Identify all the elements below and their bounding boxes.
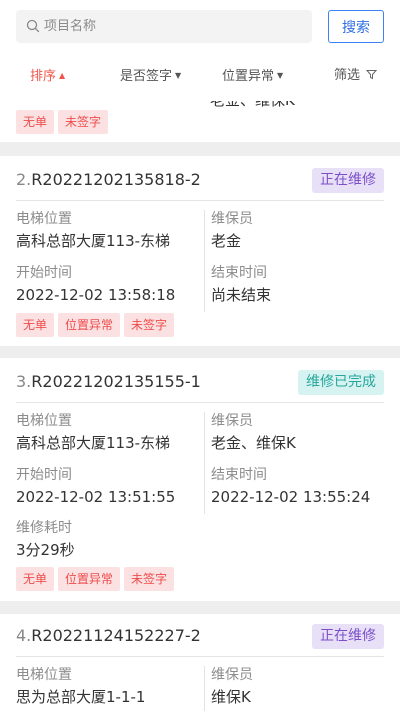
maintainer-value: 老金: [211, 232, 242, 250]
status-badge: 维修已完成: [298, 370, 384, 395]
tag: 未签字: [124, 567, 175, 591]
card-header: 3.R20221202135155-1 维修已完成: [16, 370, 384, 398]
caret-down-icon: ▼: [277, 71, 284, 80]
record-card[interactable]: 3.R20221202135155-1 维修已完成 电梯位置 高科总部大厦113…: [0, 358, 400, 601]
tag: 无单: [16, 567, 55, 591]
more-filter[interactable]: 筛选: [334, 60, 378, 92]
tag: 未签字: [124, 313, 175, 337]
field-label: 结束时间: [211, 265, 267, 281]
field-label: 电梯位置: [16, 667, 72, 683]
status-badge: 正在维修: [312, 624, 384, 649]
field-label: 维保员: [211, 413, 253, 429]
maintainer-field: 维保员 维保K: [211, 666, 253, 708]
order-index: 2.: [16, 170, 32, 189]
top-bar: 搜索 排序▲ 是否签字▼ 位置异常▼ 筛选: [0, 0, 400, 101]
order-index: 4.: [16, 626, 32, 645]
field-label: 电梯位置: [16, 211, 72, 227]
elevator-location-value: 思为总部大厦1-1-1: [16, 688, 146, 706]
record-card[interactable]: 2.R20221202135818-2 正在维修 电梯位置 高科总部大厦113-…: [0, 156, 400, 346]
end-time-value: 2022-12-02 13:55:24: [211, 488, 371, 506]
record-card[interactable]: 4.R20221124152227-2 正在维修 电梯位置 思为总部大厦1-1-…: [0, 614, 400, 711]
divider: [16, 656, 384, 657]
duration-value: 3分29秒: [16, 541, 75, 559]
duration-field: 维修耗时 3分29秒: [16, 519, 75, 561]
record-card[interactable]: 老金、维保K 无单未签字: [0, 101, 400, 142]
search-box[interactable]: [16, 10, 312, 43]
tag-list: 无单 位置异常 未签字: [16, 567, 178, 591]
caret-down-icon: ▼: [175, 71, 182, 80]
order-code: R20221202135818-2: [31, 170, 201, 189]
maintainer-field: 维保员 老金: [211, 210, 253, 252]
order-code: R20221202135155-1: [31, 372, 201, 391]
status-badge: 正在维修: [312, 168, 384, 193]
card-header: 2.R20221202135818-2 正在维修: [16, 168, 384, 196]
elevator-location-value: 高科总部大厦113-东梯: [16, 434, 171, 452]
search-input[interactable]: [44, 10, 304, 43]
end-time-value: 尚未结束: [211, 286, 272, 304]
location-filter[interactable]: 位置异常 ▼: [222, 60, 283, 92]
start-time-value: 2022-12-02 13:58:18: [16, 286, 176, 304]
tag: 无单: [16, 110, 55, 134]
location-filter-label: 位置异常: [222, 69, 275, 84]
divider: [16, 200, 384, 201]
tag: 无单: [16, 313, 55, 337]
column-divider: [204, 210, 205, 312]
order-index: 3.: [16, 372, 32, 391]
tag: 位置异常: [58, 567, 121, 591]
signed-filter[interactable]: 是否签字 ▼: [120, 60, 181, 92]
field-label: 维保员: [211, 667, 253, 683]
tag: 未签字: [58, 110, 109, 134]
field-label: 电梯位置: [16, 413, 72, 429]
more-filter-label: 筛选: [334, 68, 361, 83]
maintainer-value: 维保K: [211, 688, 251, 706]
field-label: 维修耗时: [16, 520, 72, 536]
end-time-field: 结束时间 2022-12-02 13:55:24: [211, 466, 370, 508]
order-code: R20221124152227-2: [31, 626, 201, 645]
elevator-location-field: 电梯位置 思为总部大厦1-1-1: [16, 666, 145, 708]
field-label: 开始时间: [16, 467, 72, 483]
elevator-location-field: 电梯位置 高科总部大厦113-东梯: [16, 412, 170, 454]
column-divider: [204, 666, 205, 711]
divider: [16, 402, 384, 403]
caret-up-icon: ▲: [59, 71, 66, 80]
card-header: 4.R20221124152227-2 正在维修: [16, 624, 384, 652]
sort-filter-label: 排序: [30, 69, 57, 84]
tag-list: 无单 位置异常 未签字: [16, 313, 178, 337]
start-time-field: 开始时间 2022-12-02 13:51:55: [16, 466, 175, 508]
elevator-location-value: 高科总部大厦113-东梯: [16, 232, 171, 250]
tag: 位置异常: [58, 313, 121, 337]
elevator-location-field: 电梯位置 高科总部大厦113-东梯: [16, 210, 170, 252]
maintainer-field: 维保员 老金、维保K: [211, 412, 296, 454]
signed-filter-label: 是否签字: [120, 69, 173, 84]
search-button[interactable]: 搜索: [328, 10, 384, 43]
start-time-value: 2022-12-02 13:51:55: [16, 488, 176, 506]
order-number: 3.R20221202135155-1: [16, 372, 201, 391]
sort-filter[interactable]: 排序 ▲: [30, 60, 65, 92]
field-label: 结束时间: [211, 467, 267, 483]
maintainer-value: 老金、维保K: [210, 101, 295, 110]
order-number: 4.R20221124152227-2: [16, 626, 201, 645]
order-number: 2.R20221202135818-2: [16, 170, 201, 189]
end-time-field: 结束时间 尚未结束: [211, 264, 271, 306]
tag-list: 无单 未签字: [16, 110, 112, 134]
field-label: 开始时间: [16, 265, 72, 281]
maintainer-value: 老金、维保K: [211, 434, 296, 452]
funnel-icon: [366, 70, 378, 80]
search-icon: [26, 19, 40, 33]
filter-bar: 排序 ▲ 是否签字 ▼ 位置异常 ▼ 筛选: [0, 60, 400, 92]
field-label: 维保员: [211, 211, 253, 227]
column-divider: [204, 412, 205, 514]
start-time-field: 开始时间 2022-12-02 13:58:18: [16, 264, 175, 306]
